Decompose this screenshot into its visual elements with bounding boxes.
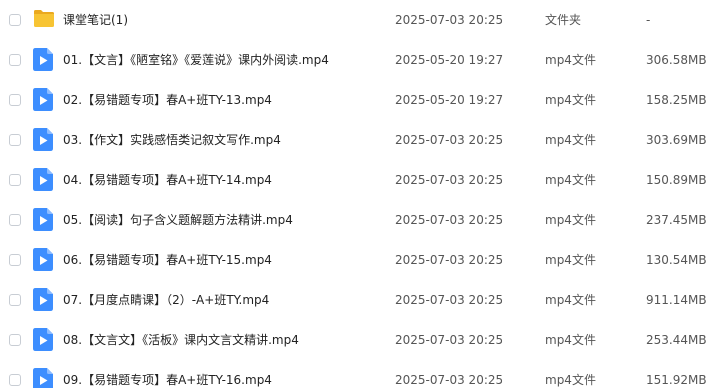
- file-name[interactable]: 03.【作文】实践感悟类记叙文写作.mp4: [63, 132, 281, 148]
- file-type: mp4文件: [545, 333, 596, 347]
- modified-date: 2025-07-03 20:25: [395, 213, 504, 227]
- modified-date: 2025-07-03 20:25: [395, 333, 504, 347]
- file-name[interactable]: 05.【阅读】句子含义题解题方法精讲.mp4: [63, 212, 293, 228]
- file-size: -: [646, 13, 651, 27]
- file-type: 文件夹: [545, 13, 582, 27]
- row-checkbox[interactable]: [9, 94, 21, 106]
- file-name[interactable]: 07.【月度点睛课】（2）-A+班TY.mp4: [63, 292, 269, 308]
- row-checkbox[interactable]: [9, 294, 21, 306]
- video-file-icon: [33, 328, 53, 351]
- file-type: mp4文件: [545, 53, 596, 67]
- modified-date: 2025-07-03 20:25: [395, 253, 504, 267]
- file-name[interactable]: 06.【易错题专项】春A+班TY-15.mp4: [63, 252, 272, 268]
- file-type: mp4文件: [545, 93, 596, 107]
- file-size: 130.54MB: [646, 253, 707, 267]
- file-size: 237.45MB: [646, 213, 707, 227]
- row-checkbox[interactable]: [9, 334, 21, 346]
- modified-date: 2025-07-03 20:25: [395, 173, 504, 187]
- video-file-icon: [33, 168, 53, 191]
- file-size: 158.25MB: [646, 93, 707, 107]
- file-type: mp4文件: [545, 293, 596, 307]
- file-row[interactable]: 08.【文言文】《活板》课内文言文精讲.mp4 2025-07-03 20:25…: [0, 326, 712, 366]
- file-size: 150.89MB: [646, 173, 707, 187]
- modified-date: 2025-07-03 20:25: [395, 13, 504, 27]
- file-type: mp4文件: [545, 213, 596, 227]
- file-type: mp4文件: [545, 373, 596, 387]
- row-checkbox[interactable]: [9, 214, 21, 226]
- file-type: mp4文件: [545, 253, 596, 267]
- file-name[interactable]: 04.【易错题专项】春A+班TY-14.mp4: [63, 172, 272, 188]
- video-file-icon: [33, 48, 53, 71]
- row-checkbox[interactable]: [9, 174, 21, 186]
- video-file-icon: [33, 248, 53, 271]
- file-name[interactable]: 08.【文言文】《活板》课内文言文精讲.mp4: [63, 332, 299, 348]
- file-row[interactable]: 课堂笔记(1) 2025-07-03 20:25 文件夹 -: [0, 6, 712, 46]
- modified-date: 2025-07-03 20:25: [395, 133, 504, 147]
- video-file-icon: [33, 88, 53, 111]
- file-row[interactable]: 03.【作文】实践感悟类记叙文写作.mp4 2025-07-03 20:25 m…: [0, 126, 712, 166]
- row-checkbox[interactable]: [9, 254, 21, 266]
- row-checkbox[interactable]: [9, 54, 21, 66]
- file-size: 911.14MB: [646, 293, 707, 307]
- file-size: 303.69MB: [646, 133, 707, 147]
- file-list: 课堂笔记(1) 2025-07-03 20:25 文件夹 - 01.【文言】《陋…: [0, 0, 712, 388]
- file-row[interactable]: 02.【易错题专项】春A+班TY-13.mp4 2025-05-20 19:27…: [0, 86, 712, 126]
- file-size: 253.44MB: [646, 333, 707, 347]
- file-row[interactable]: 04.【易错题专项】春A+班TY-14.mp4 2025-07-03 20:25…: [0, 166, 712, 206]
- video-file-icon: [33, 208, 53, 231]
- folder-icon: [33, 8, 54, 31]
- row-checkbox[interactable]: [9, 134, 21, 146]
- file-name[interactable]: 课堂笔记(1): [63, 12, 128, 28]
- modified-date: 2025-07-03 20:25: [395, 373, 504, 387]
- file-row[interactable]: 09.【易错题专项】春A+班TY-16.mp4 2025-07-03 20:25…: [0, 366, 712, 388]
- file-name[interactable]: 09.【易错题专项】春A+班TY-16.mp4: [63, 372, 272, 388]
- video-file-icon: [33, 128, 53, 151]
- modified-date: 2025-07-03 20:25: [395, 293, 504, 307]
- file-type: mp4文件: [545, 133, 596, 147]
- row-checkbox[interactable]: [9, 374, 21, 386]
- video-file-icon: [33, 368, 53, 388]
- file-row[interactable]: 05.【阅读】句子含义题解题方法精讲.mp4 2025-07-03 20:25 …: [0, 206, 712, 246]
- file-row[interactable]: 06.【易错题专项】春A+班TY-15.mp4 2025-07-03 20:25…: [0, 246, 712, 286]
- file-name[interactable]: 01.【文言】《陋室铭》《爱莲说》课内外阅读.mp4: [63, 52, 329, 68]
- file-size: 306.58MB: [646, 53, 707, 67]
- file-name[interactable]: 02.【易错题专项】春A+班TY-13.mp4: [63, 92, 272, 108]
- video-file-icon: [33, 288, 53, 311]
- row-checkbox[interactable]: [9, 14, 21, 26]
- modified-date: 2025-05-20 19:27: [395, 53, 504, 67]
- file-row[interactable]: 07.【月度点睛课】（2）-A+班TY.mp4 2025-07-03 20:25…: [0, 286, 712, 326]
- file-type: mp4文件: [545, 173, 596, 187]
- file-row[interactable]: 01.【文言】《陋室铭》《爱莲说》课内外阅读.mp4 2025-05-20 19…: [0, 46, 712, 86]
- modified-date: 2025-05-20 19:27: [395, 93, 504, 107]
- file-size: 151.92MB: [646, 373, 707, 387]
